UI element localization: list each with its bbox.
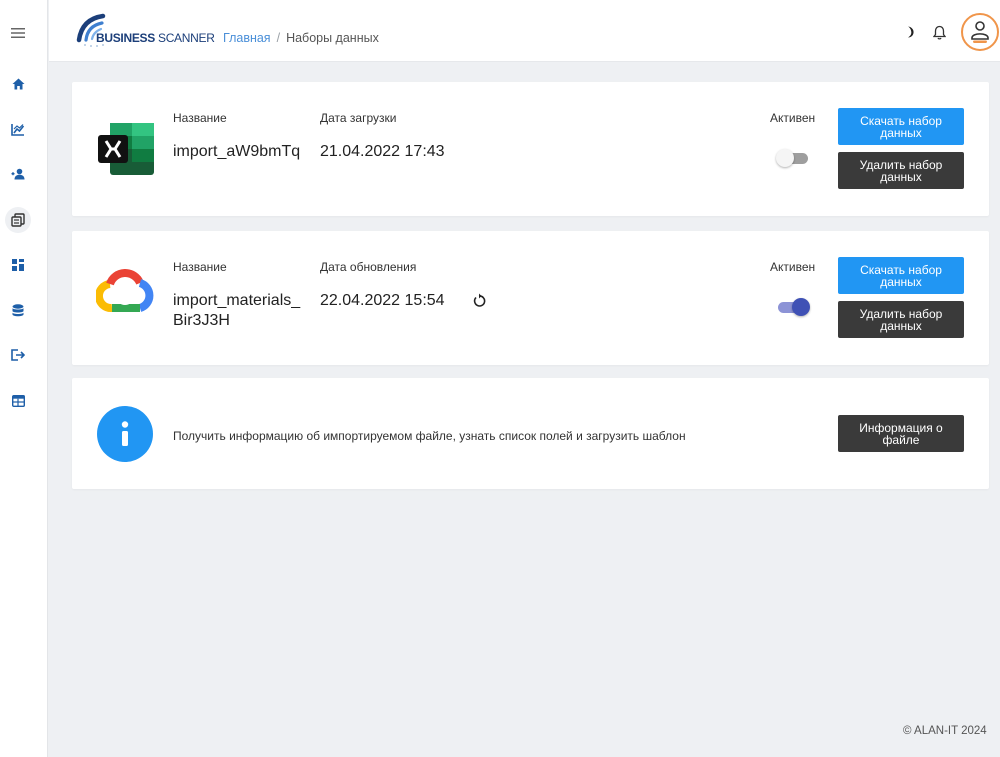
home-icon[interactable] (6, 72, 30, 96)
google-cloud-icon (96, 269, 154, 313)
moon-icon[interactable] (901, 23, 919, 41)
download-dataset-button[interactable]: Скачать набор данных (838, 257, 964, 294)
refresh-icon[interactable] (472, 293, 486, 307)
info-card: Получить информацию об импортируемом фай… (72, 378, 989, 489)
bell-icon[interactable] (930, 23, 948, 41)
delete-dataset-button[interactable]: Удалить набор данных (838, 152, 964, 189)
users-icon[interactable] (6, 162, 30, 186)
dataset-date: 22.04.2022 15:54 (320, 292, 445, 309)
dataset-date: 21.04.2022 17:43 (320, 143, 445, 160)
user-icon (971, 21, 989, 43)
date-label: Дата загрузки (320, 111, 397, 125)
breadcrumb: Главная / Наборы данных (223, 31, 379, 45)
database-icon[interactable] (6, 298, 30, 322)
sidebar (0, 0, 48, 757)
analytics-icon[interactable] (6, 117, 30, 141)
dataset-card: Название import_materials_Bir3J3H Дата о… (72, 231, 989, 365)
table-icon[interactable] (6, 389, 30, 413)
name-label: Название (173, 111, 227, 125)
dataset-card: Название import_aW9bmTq Дата загрузки 21… (72, 82, 989, 216)
download-dataset-button[interactable]: Скачать набор данных (838, 108, 964, 145)
active-label: Активен (770, 260, 816, 274)
breadcrumb-current: Наборы данных (286, 31, 379, 45)
logout-icon[interactable] (6, 343, 30, 367)
datasets-icon[interactable] (5, 207, 31, 233)
footer-copyright: © ALAN-IT 2024 (903, 725, 987, 737)
dashboard-icon[interactable] (6, 253, 30, 277)
menu-icon[interactable] (6, 21, 30, 45)
breadcrumb-separator: / (276, 31, 281, 45)
top-bar: BUSINESS SCANNER Главная / Наборы данных (49, 0, 1000, 62)
info-icon (97, 406, 153, 462)
toggle-knob (776, 149, 794, 167)
file-info-button[interactable]: Информация о файле (838, 415, 964, 452)
dataset-name: import_materials_Bir3J3H (173, 292, 301, 329)
name-label: Название (173, 260, 227, 274)
logo-text: BUSINESS SCANNER (96, 31, 215, 45)
active-label: Активен (770, 111, 816, 125)
toggle-knob (792, 298, 810, 316)
breadcrumb-home-link[interactable]: Главная (223, 31, 271, 45)
active-toggle[interactable] (776, 297, 810, 316)
active-toggle[interactable] (776, 148, 810, 167)
user-avatar[interactable] (961, 13, 999, 51)
date-label: Дата обновления (320, 260, 417, 274)
info-text: Получить информацию об импортируемом фай… (173, 429, 686, 443)
delete-dataset-button[interactable]: Удалить набор данных (838, 301, 964, 338)
excel-icon (98, 123, 154, 175)
dataset-name: import_aW9bmTq (173, 143, 301, 160)
